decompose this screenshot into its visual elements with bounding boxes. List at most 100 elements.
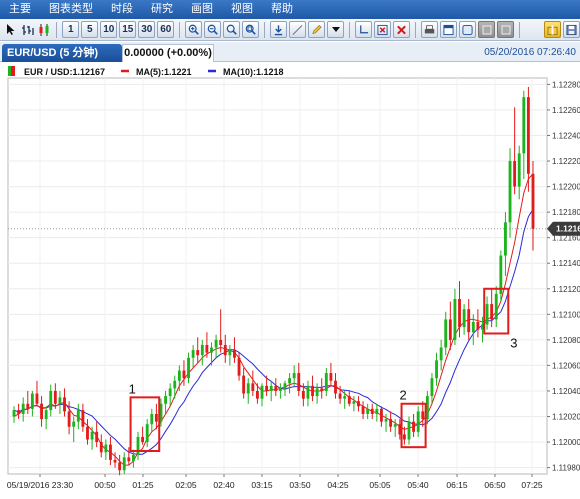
y-tick-label: 1.11980 [552, 464, 580, 473]
period-1-button[interactable]: 1 [62, 21, 80, 38]
candle-down [26, 403, 30, 409]
candle-down [531, 173, 535, 229]
zoom-fit-icon[interactable] [242, 21, 260, 38]
candle-down [251, 383, 255, 391]
menu-item-studies[interactable]: 研究 [142, 0, 182, 19]
chart-legend: EUR / USD:1.12167 MA(5):1.1221 MA(10):1.… [8, 66, 284, 77]
x-tick-label: 07:25 [521, 480, 543, 490]
current-price-marker: 1.12167 [547, 221, 580, 236]
candle-up [435, 360, 438, 379]
toolbar-divider [349, 21, 351, 38]
candle-up [90, 431, 94, 440]
candle-down [109, 444, 112, 460]
candle-up [200, 344, 204, 356]
delete-object-icon[interactable] [374, 21, 392, 38]
candle-up [324, 373, 328, 391]
symbol-tab-bar: EUR/USD (5 分钟) 0.00000 (+0.00%) 05/20/20… [0, 42, 580, 62]
candle-down [40, 403, 43, 420]
menu-item-main[interactable]: 主要 [0, 0, 40, 19]
candle-up [44, 410, 48, 420]
bar-chart-type-icon[interactable] [20, 21, 34, 38]
trend-line-icon[interactable] [289, 21, 307, 38]
candle-down [274, 385, 278, 391]
period-10-button[interactable]: 10 [100, 21, 118, 38]
x-tick-label: 02:05 [175, 480, 197, 490]
candle-up [278, 388, 282, 391]
fullscreen-icon[interactable] [459, 21, 477, 38]
candle-up [164, 396, 167, 404]
zoom-reset-icon[interactable] [223, 21, 241, 38]
menu-item-period[interactable]: 时段 [102, 0, 142, 19]
y-tick-label: 1.12020 [552, 413, 580, 422]
candle-up [21, 403, 25, 414]
pencil-icon[interactable] [308, 21, 326, 38]
annotation-label: 3 [510, 335, 517, 350]
candle-up [485, 304, 489, 325]
download-icon[interactable] [270, 21, 288, 38]
menu-item-draw[interactable]: 画图 [182, 0, 222, 19]
y-tick-label: 1.12120 [552, 285, 580, 294]
menu-item-help[interactable]: 帮助 [262, 0, 302, 19]
candle-up [191, 350, 195, 358]
candle-down [242, 375, 246, 394]
print-icon[interactable] [421, 21, 439, 38]
period-15-button[interactable]: 15 [119, 21, 137, 38]
candle-up [76, 410, 80, 422]
candle-up [306, 385, 310, 399]
toolbar-divider [415, 21, 417, 38]
candle-up [352, 401, 356, 404]
candle-up [288, 378, 291, 384]
candle-up [72, 421, 76, 427]
x-tick-label: 03:50 [289, 480, 311, 490]
candle-up [49, 390, 53, 411]
candle-up [471, 321, 475, 333]
y-tick-label: 1.12180 [552, 208, 580, 217]
y-tick-label: 1.12240 [552, 131, 580, 140]
price-chart[interactable]: EUR / USD:1.12167 MA(5):1.1221 MA(10):1.… [0, 62, 580, 499]
menu-item-view[interactable]: 视图 [222, 0, 262, 19]
zoom-out-icon[interactable] [204, 21, 222, 38]
period-5-button[interactable]: 5 [81, 21, 99, 38]
candle-down [329, 373, 333, 381]
symbol-tab[interactable]: EUR/USD (5 分钟) [2, 44, 122, 62]
candlestick-chart-type-icon[interactable] [37, 21, 51, 38]
open-folder-icon[interactable] [544, 21, 561, 38]
period-30-button[interactable]: 30 [138, 21, 156, 38]
candle-down [196, 350, 200, 356]
candle-down [256, 390, 259, 399]
candle-up [508, 161, 512, 223]
layout-icon[interactable] [440, 21, 458, 38]
x-tick-label: 05/19/2016 23:30 [7, 480, 73, 490]
y-tick-label: 1.12200 [552, 183, 580, 192]
clear-all-icon[interactable] [393, 21, 411, 38]
candle-up [315, 388, 319, 397]
y-tick-label: 1.12100 [552, 310, 580, 319]
candle-up [343, 396, 347, 399]
pointer-icon[interactable] [4, 21, 18, 38]
crosshair-icon[interactable] [355, 21, 373, 38]
menu-item-chart-type[interactable]: 图表类型 [40, 0, 102, 19]
price-chart-svg[interactable]: EUR / USD:1.12167 MA(5):1.1221 MA(10):1.… [0, 62, 580, 499]
candle-down [81, 410, 85, 427]
period-60-button[interactable]: 60 [157, 21, 175, 38]
candle-down [448, 319, 452, 340]
candle-down [95, 431, 99, 443]
candle-up [177, 370, 181, 381]
candle-up [366, 408, 370, 414]
draw-dropdown-icon[interactable] [327, 21, 345, 38]
legend-ma10: MA(10):1.1218 [223, 67, 284, 77]
candle-down [99, 442, 103, 453]
candle-up [494, 293, 498, 320]
candle-down [320, 388, 324, 391]
x-tick-label: 06:50 [484, 480, 506, 490]
zoom-in-icon[interactable] [185, 21, 203, 38]
save-icon[interactable] [563, 21, 580, 38]
candle-down [67, 411, 71, 427]
candle-up [269, 385, 273, 391]
candle-down [53, 390, 57, 404]
candle-up [292, 373, 296, 379]
y-tick-label: 1.12220 [552, 157, 580, 166]
candle-down [154, 413, 158, 422]
y-tick-label: 1.12060 [552, 361, 580, 370]
candle-down [118, 462, 122, 471]
